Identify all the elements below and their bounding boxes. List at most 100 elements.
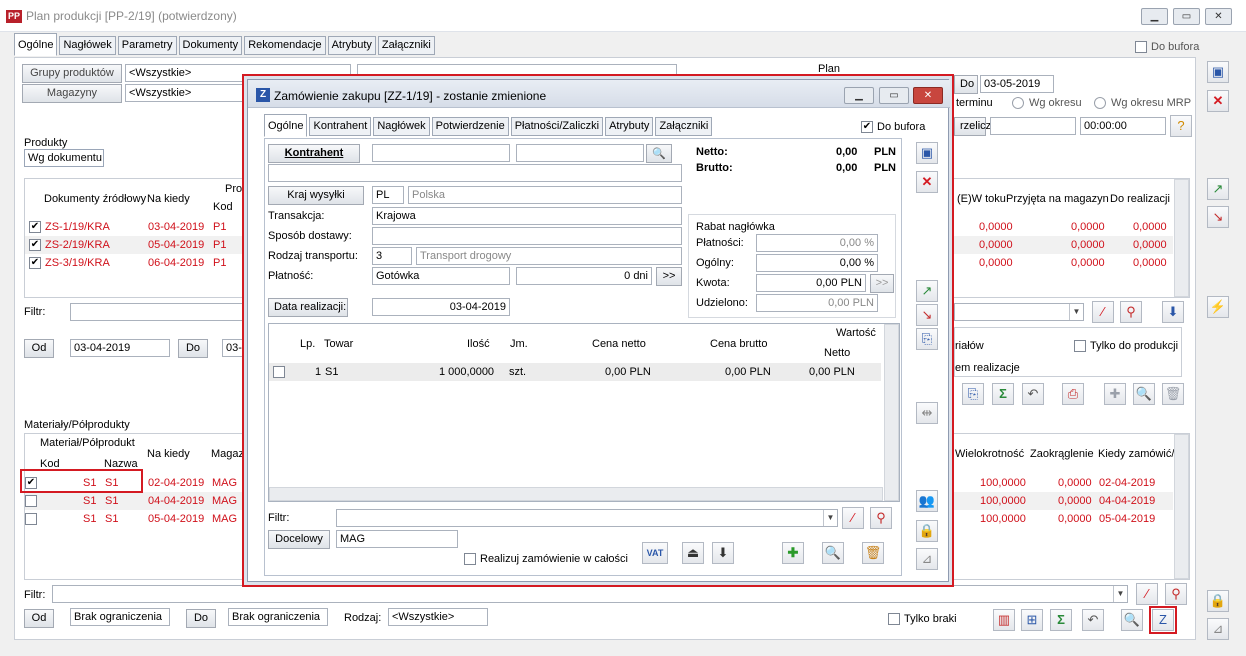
dialog-close-button[interactable]: ✕ — [913, 87, 943, 104]
tab-kontrahent[interactable]: Kontrahent — [309, 117, 372, 136]
data-realizacji-field[interactable]: 03-04-2019 — [372, 298, 510, 316]
dialog-minimize-button[interactable]: ▁ — [844, 87, 874, 104]
od-button[interactable]: Od — [24, 339, 54, 358]
filter-settings-icon[interactable]: ⚲ — [870, 507, 892, 529]
clear-filter-icon[interactable]: ⁄ — [1092, 301, 1114, 323]
export-up-icon[interactable]: ↗ — [916, 280, 938, 302]
clear-filter-icon[interactable]: ⁄ — [842, 507, 864, 529]
report-icon[interactable]: ⎙ — [1062, 383, 1084, 405]
tab-naglowek[interactable]: Nagłówek — [59, 36, 116, 55]
realizuj-checkbox[interactable] — [464, 553, 476, 565]
vat-icon[interactable]: VAT — [642, 542, 668, 564]
kwota-next-button[interactable]: >> — [870, 274, 894, 293]
steps-icon[interactable]: ⊞ — [1021, 609, 1043, 631]
grupy-produktow-button[interactable]: Grupy produktów — [22, 64, 122, 83]
do-bufora-checkbox[interactable] — [1135, 41, 1147, 53]
export-up-icon[interactable]: ↗ — [1207, 178, 1229, 200]
save-icon[interactable]: ▣ — [1207, 61, 1229, 83]
od-date-field[interactable]: 03-04-2019 — [70, 339, 170, 357]
people-icon[interactable]: 👥 — [916, 490, 938, 512]
rodzaj-select[interactable]: <Wszystkie> — [388, 608, 488, 626]
download-icon[interactable]: ⬇ — [712, 542, 734, 564]
dialog-do-bufora-checkbox[interactable]: ✔ — [861, 121, 873, 133]
do-button[interactable]: Do — [178, 339, 208, 358]
chart-icon[interactable]: ▥ — [993, 609, 1015, 631]
document-icon[interactable]: ⎘ — [962, 383, 984, 405]
materials-scrollbar[interactable] — [1174, 434, 1189, 579]
search-icon[interactable]: 🔍 — [1133, 383, 1155, 405]
save-icon[interactable]: ▣ — [916, 142, 938, 164]
lightning-icon[interactable]: ⚡ — [1207, 296, 1229, 318]
magazyny-button[interactable]: Magazyny — [22, 84, 122, 103]
search-icon[interactable]: 🔍 — [822, 542, 844, 564]
items-hscrollbar[interactable] — [269, 487, 883, 501]
maximize-button[interactable]: ▭ — [1173, 8, 1200, 25]
platnosc-select[interactable]: Gotówka — [372, 267, 510, 285]
table-row[interactable]: 1 S1 1 000,0000 szt. 0,00 PLN 0,00 PLN 0… — [269, 363, 881, 381]
ogolny-field[interactable]: 0,00 % — [756, 254, 878, 272]
clear-filter-icon[interactable]: ⁄ — [1136, 583, 1158, 605]
items-scrollbar[interactable] — [884, 324, 899, 501]
wg-dokumentu-tab[interactable]: Wg dokumentu — [24, 149, 104, 167]
pin-icon[interactable]: ⊿ — [916, 548, 938, 570]
pin-icon[interactable]: ⊿ — [1207, 618, 1229, 640]
import-icon[interactable]: ↘ — [1207, 206, 1229, 228]
filter-settings-icon[interactable]: ⚲ — [1120, 301, 1142, 323]
trash-icon[interactable]: 🗑 — [1162, 383, 1184, 405]
next-button[interactable]: >> — [656, 267, 682, 286]
tab-ogolne[interactable]: Ogólne — [14, 33, 58, 56]
row-checkbox[interactable]: ✔ — [29, 257, 41, 269]
cancel-icon[interactable]: ✕ — [1207, 90, 1229, 112]
od-button-materials[interactable]: Od — [24, 609, 54, 628]
expand-icon[interactable]: ⇹ — [916, 402, 938, 424]
products-scrollbar[interactable] — [1174, 179, 1189, 297]
tylko-braki-checkbox[interactable] — [888, 613, 900, 625]
sigma-icon[interactable]: Σ — [1050, 609, 1072, 631]
tab-platnosci[interactable]: Płatności/Zaliczki — [510, 117, 604, 136]
wg-okresu-radio[interactable] — [1012, 97, 1024, 109]
search-icon[interactable]: 🔍 — [646, 144, 672, 163]
plan-do-button[interactable]: Do — [954, 75, 978, 94]
trash-icon[interactable]: 🗑 — [862, 542, 884, 564]
tab-ogolne[interactable]: Ogólne — [264, 114, 308, 137]
kwota-field[interactable]: 0,00 PLN — [756, 274, 866, 292]
docelowy-button[interactable]: Docelowy — [268, 530, 330, 549]
document-icon[interactable]: ⎘ — [916, 328, 938, 350]
cancel-icon[interactable]: ✕ — [916, 171, 938, 193]
tab-dokumenty[interactable]: Dokumenty — [178, 36, 243, 55]
add-icon[interactable]: ✚ — [1104, 383, 1126, 405]
kraj-code-field[interactable]: PL — [372, 186, 404, 204]
tab-atrybuty[interactable]: Atrybuty — [605, 117, 654, 136]
dni-field[interactable]: 0 dni — [516, 267, 652, 285]
tab-zalaczniki[interactable]: Załączniki — [377, 36, 435, 55]
lock-icon[interactable]: 🔒 — [916, 520, 938, 542]
row-checkbox[interactable] — [25, 513, 37, 525]
tab-naglowek[interactable]: Nagłówek — [373, 117, 430, 136]
minimize-button[interactable]: ▁ — [1141, 8, 1168, 25]
tab-potwierdzenie[interactable]: Potwierdzenie — [431, 117, 509, 136]
products-filter-field-right[interactable]: ▼ — [954, 303, 1084, 321]
undo-icon[interactable]: ↶ — [1022, 383, 1044, 405]
do-limit-field[interactable]: Brak ograniczenia — [228, 608, 328, 626]
do-button-materials[interactable]: Do — [186, 609, 216, 628]
materials-filter-field[interactable]: ▼ — [52, 585, 1128, 603]
row-checkbox[interactable] — [25, 495, 37, 507]
docelowy-select[interactable]: MAG — [336, 530, 458, 548]
data-realizacji-button[interactable]: Data realizacji: — [268, 298, 348, 317]
kontrahent-code-field[interactable] — [372, 144, 510, 162]
help-icon[interactable]: ? — [1170, 115, 1192, 137]
od-limit-field[interactable]: Brak ograniczenia — [70, 608, 170, 626]
filter-settings-icon[interactable]: ⚲ — [1165, 583, 1187, 605]
sposob-dostawy-select[interactable] — [372, 227, 682, 245]
search-icon[interactable]: 🔍 — [1121, 609, 1143, 631]
dialog-filter-field[interactable]: ▼ — [336, 509, 838, 527]
row-checkbox[interactable]: ✔ — [29, 239, 41, 251]
import-icon[interactable]: ↘ — [916, 304, 938, 326]
kraj-wysylki-button[interactable]: Kraj wysyłki — [268, 186, 364, 205]
close-button[interactable]: ✕ — [1205, 8, 1232, 25]
przelicz-button[interactable]: rzelicz — [954, 117, 991, 136]
kontrahent-address-field[interactable] — [268, 164, 682, 182]
przelicz-date-field[interactable] — [990, 117, 1076, 135]
rodzaj-transportu-select[interactable]: 3 — [372, 247, 412, 265]
time-field[interactable]: 00:00:00 — [1080, 117, 1166, 135]
